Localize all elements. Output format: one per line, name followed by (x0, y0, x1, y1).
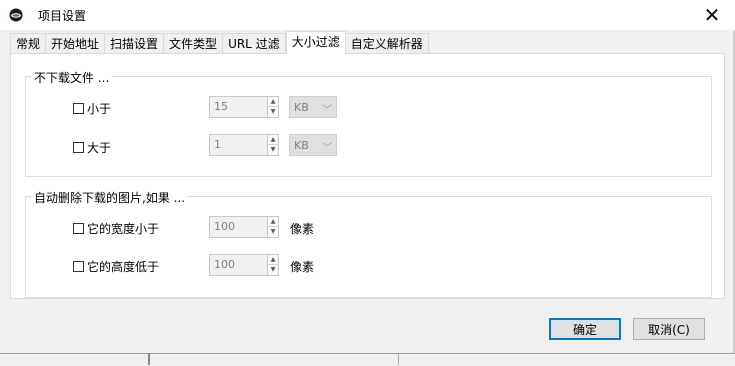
background-divider (398, 353, 399, 365)
larger-size-spinner[interactable]: 1 ▲ ▼ (209, 134, 279, 156)
larger-checkbox[interactable] (73, 142, 84, 153)
width-value: 100 (214, 220, 235, 233)
height-checkbox[interactable] (73, 261, 84, 272)
spin-down-icon[interactable]: ▼ (268, 145, 278, 155)
auto-delete-legend: 自动删除下载的图片,如果 ... (32, 189, 188, 206)
height-label: 它的高度低于 (87, 260, 160, 274)
width-row: 它的宽度小于 (73, 220, 159, 237)
larger-unit-value: KB (294, 139, 309, 152)
smaller-label: 小于 (87, 102, 112, 116)
spin-down-icon[interactable]: ▼ (268, 107, 278, 117)
smaller-size-value: 15 (214, 100, 228, 113)
spin-up-icon[interactable]: ▲ (268, 97, 278, 107)
height-spinner[interactable]: 100 ▲ ▼ (209, 254, 279, 276)
height-value: 100 (214, 258, 235, 271)
smaller-unit-value: KB (294, 101, 309, 114)
width-label: 它的宽度小于 (87, 222, 160, 236)
no-download-legend: 不下载文件 ... (32, 69, 112, 86)
close-icon[interactable]: ✕ (689, 0, 735, 30)
tab-url-filter[interactable]: URL 过滤 (223, 33, 286, 54)
width-spinner[interactable]: 100 ▲ ▼ (209, 216, 279, 238)
cancel-button[interactable]: 取消(C) (633, 318, 705, 340)
smaller-size-spinner[interactable]: 15 ▲ ▼ (209, 96, 279, 118)
spin-down-icon[interactable]: ▼ (268, 265, 278, 275)
auto-delete-group: 自动删除下载的图片,如果 ... 它的宽度小于 100 ▲ ▼ 像素 它的高度低… (25, 189, 712, 298)
width-spin-buttons: ▲ ▼ (267, 217, 278, 237)
spin-up-icon[interactable]: ▲ (268, 135, 278, 145)
smaller-unit-select[interactable]: KB ﹀ (289, 96, 337, 118)
spin-down-icon[interactable]: ▼ (268, 227, 278, 237)
spin-up-icon[interactable]: ▲ (268, 255, 278, 265)
tab-strip: 常规 开始地址 扫描设置 文件类型 URL 过滤 大小过滤 自定义解析器 (10, 31, 429, 54)
ok-button[interactable]: 确定 (549, 318, 621, 340)
larger-row: 大于 (73, 139, 111, 156)
chevron-down-icon: ﹀ (322, 143, 332, 154)
background-window-strip (0, 353, 735, 366)
height-row: 它的高度低于 (73, 258, 159, 275)
tab-general[interactable]: 常规 (10, 33, 47, 54)
app-logo-icon (9, 8, 23, 22)
tab-scan-settings[interactable]: 扫描设置 (105, 33, 165, 54)
smaller-checkbox[interactable] (73, 103, 84, 114)
title-bar: 项目设置 ✕ (0, 0, 735, 30)
tab-size-filter[interactable]: 大小过滤 (285, 31, 346, 54)
tab-start-address[interactable]: 开始地址 (46, 33, 106, 54)
tab-custom-parser[interactable]: 自定义解析器 (345, 33, 429, 54)
height-unit-label: 像素 (290, 260, 315, 274)
no-download-group: 不下载文件 ... 小于 15 ▲ ▼ KB ﹀ 大于 1 ▲ ▼ KB ﹀ (25, 69, 712, 177)
chevron-down-icon: ﹀ (322, 105, 332, 116)
tab-file-types[interactable]: 文件类型 (164, 33, 224, 54)
spin-up-icon[interactable]: ▲ (268, 217, 278, 227)
larger-size-value: 1 (214, 138, 221, 151)
width-checkbox[interactable] (73, 223, 84, 234)
height-spin-buttons: ▲ ▼ (267, 255, 278, 275)
background-divider (148, 353, 150, 365)
width-unit-label: 像素 (290, 222, 315, 236)
larger-unit-select[interactable]: KB ﹀ (289, 134, 337, 156)
window-title: 项目设置 (38, 9, 87, 23)
smaller-row: 小于 (73, 100, 111, 117)
larger-spin-buttons: ▲ ▼ (267, 135, 278, 155)
larger-label: 大于 (87, 141, 112, 155)
size-filter-panel: 不下载文件 ... 小于 15 ▲ ▼ KB ﹀ 大于 1 ▲ ▼ KB ﹀ 自… (10, 53, 725, 299)
smaller-spin-buttons: ▲ ▼ (267, 97, 278, 117)
